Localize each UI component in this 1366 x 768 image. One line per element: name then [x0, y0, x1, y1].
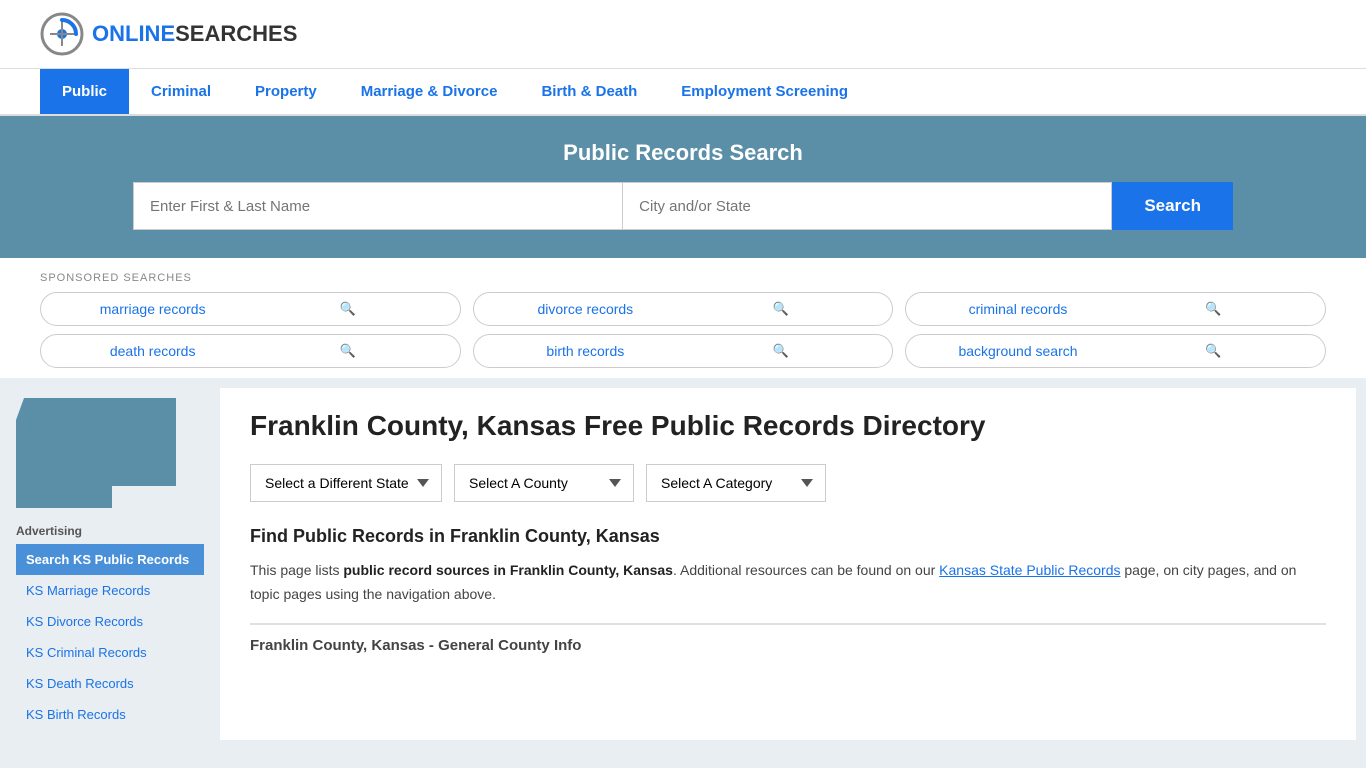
search-icon-1: 🔍	[250, 301, 445, 317]
name-input[interactable]	[133, 182, 622, 230]
header: ONLINESEARCHES	[0, 0, 1366, 69]
sidebar-link-ks-divorce[interactable]: KS Divorce Records	[16, 606, 204, 637]
search-bar: Search	[133, 182, 1233, 230]
sponsored-section: SPONSORED SEARCHES marriage records 🔍 di…	[0, 258, 1366, 378]
kansas-map-shape	[16, 398, 176, 508]
desc-part1: This page lists	[250, 562, 343, 578]
search-icon-5: 🔍	[683, 343, 878, 359]
sidebar-link-ks-birth[interactable]: KS Birth Records	[16, 699, 204, 730]
nav-birth-death[interactable]: Birth & Death	[519, 69, 659, 114]
search-icon-2: 🔍	[683, 301, 878, 317]
directory-content: Franklin County, Kansas Free Public Reco…	[220, 388, 1356, 740]
sidebar-link-ks-public[interactable]: Search KS Public Records	[16, 544, 204, 575]
logo-area: ONLINESEARCHES	[40, 12, 297, 56]
sidebar: Advertising Search KS Public Records KS …	[0, 378, 220, 750]
page-title: Franklin County, Kansas Free Public Reco…	[250, 408, 1326, 444]
description-text: This page lists public record sources in…	[250, 559, 1326, 607]
sponsored-marriage-records[interactable]: marriage records 🔍	[40, 292, 461, 326]
sponsored-label: SPONSORED SEARCHES	[40, 272, 1326, 284]
sponsored-marriage-label: marriage records	[55, 301, 250, 317]
county-dropdown[interactable]: Select A County	[454, 464, 634, 502]
nav-property[interactable]: Property	[233, 69, 339, 114]
state-dropdown[interactable]: Select a Different State	[250, 464, 442, 502]
hero-title: Public Records Search	[40, 140, 1326, 166]
sidebar-link-ks-marriage[interactable]: KS Marriage Records	[16, 575, 204, 606]
sponsored-birth-label: birth records	[488, 343, 683, 359]
sidebar-link-ks-death[interactable]: KS Death Records	[16, 668, 204, 699]
sponsored-background-label: background search	[920, 343, 1115, 359]
logo-searches: SEARCHES	[175, 21, 297, 46]
location-input[interactable]	[622, 182, 1112, 230]
search-icon-6: 🔍	[1116, 343, 1311, 359]
desc-part2: . Additional resources can be found on o…	[673, 562, 939, 578]
sponsored-criminal-records[interactable]: criminal records 🔍	[905, 292, 1326, 326]
sponsored-grid: marriage records 🔍 divorce records 🔍 cri…	[40, 292, 1326, 368]
find-records-title: Find Public Records in Franklin County, …	[250, 526, 1326, 547]
sponsored-death-records[interactable]: death records 🔍	[40, 334, 461, 368]
sponsored-background-search[interactable]: background search 🔍	[905, 334, 1326, 368]
category-dropdown[interactable]: Select A Category	[646, 464, 826, 502]
hero-section: Public Records Search Search	[0, 116, 1366, 258]
sponsored-death-label: death records	[55, 343, 250, 359]
logo-text: ONLINESEARCHES	[92, 21, 297, 47]
nav-criminal[interactable]: Criminal	[129, 69, 233, 114]
nav-marriage-divorce[interactable]: Marriage & Divorce	[339, 69, 520, 114]
sidebar-link-ks-criminal[interactable]: KS Criminal Records	[16, 637, 204, 668]
search-icon-4: 🔍	[250, 343, 445, 359]
main-content: Advertising Search KS Public Records KS …	[0, 378, 1366, 750]
dropdown-row: Select a Different State Select A County…	[250, 464, 1326, 502]
desc-bold: public record sources in Franklin County…	[343, 562, 673, 578]
search-button[interactable]: Search	[1112, 182, 1233, 230]
logo-icon	[40, 12, 84, 56]
logo-online: ONLINE	[92, 21, 175, 46]
sponsored-divorce-label: divorce records	[488, 301, 683, 317]
general-info-title: Franklin County, Kansas - General County…	[250, 625, 1326, 654]
nav-employment[interactable]: Employment Screening	[659, 69, 870, 114]
sponsored-birth-records[interactable]: birth records 🔍	[473, 334, 894, 368]
sponsored-criminal-label: criminal records	[920, 301, 1115, 317]
nav-public[interactable]: Public	[40, 69, 129, 114]
search-icon-3: 🔍	[1116, 301, 1311, 317]
navigation: Public Criminal Property Marriage & Divo…	[0, 69, 1366, 116]
sidebar-ad-label: Advertising	[16, 524, 204, 538]
sponsored-divorce-records[interactable]: divorce records 🔍	[473, 292, 894, 326]
desc-link[interactable]: Kansas State Public Records	[939, 562, 1120, 578]
